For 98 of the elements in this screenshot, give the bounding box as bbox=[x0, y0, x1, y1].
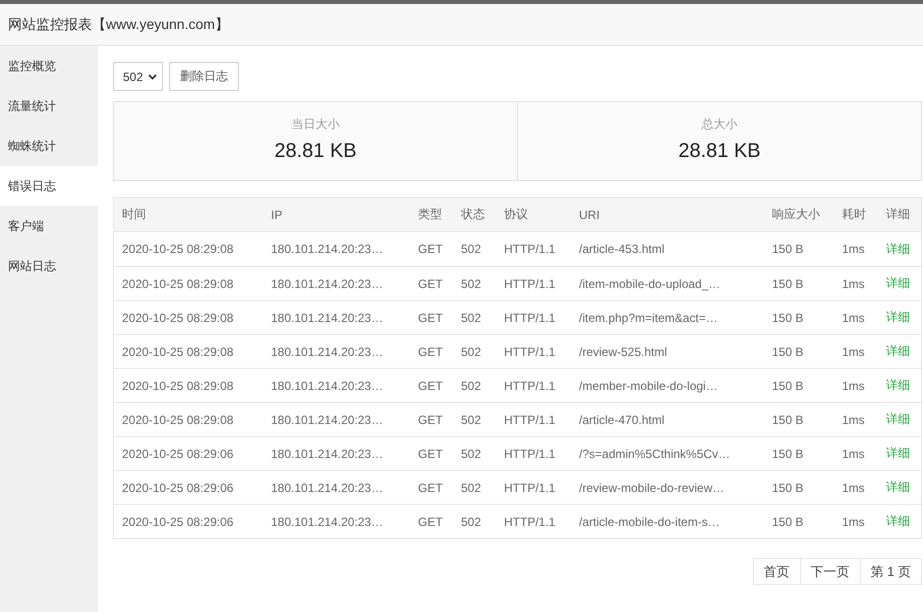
protocol-cell-text: HTTP/1.1 bbox=[503, 276, 556, 292]
stat-label: 当日大小 bbox=[292, 116, 340, 132]
duration-cell-text: 1ms bbox=[841, 514, 866, 530]
chevron-down-icon bbox=[148, 74, 157, 80]
stat-label: 总大小 bbox=[702, 116, 738, 132]
time-cell-text: 2020-10-25 08:29:06 bbox=[121, 446, 234, 462]
size-cell-text: 150 B bbox=[771, 310, 804, 326]
uri-cell-text: /item.php?m=item&act=… bbox=[578, 310, 719, 326]
pagination-button[interactable]: 首页 bbox=[752, 558, 801, 585]
ip-cell-text: 180.101.214.20:23… bbox=[270, 310, 384, 326]
column-header: 详细 bbox=[885, 206, 911, 223]
size-cell-text: 150 B bbox=[771, 480, 804, 496]
ip-cell-text: 180.101.214.20:23… bbox=[270, 446, 384, 462]
column-header: URI bbox=[578, 206, 601, 224]
uri-cell-text: /article-mobile-do-item-s… bbox=[578, 514, 721, 530]
status-cell-text: 502 bbox=[460, 241, 482, 258]
sidebar-item[interactable]: 错误日志 bbox=[0, 166, 98, 206]
ip-cell-text: 180.101.214.20:23… bbox=[270, 412, 384, 428]
method-cell-text: GET bbox=[417, 412, 444, 428]
size-cell-text: 150 B bbox=[771, 344, 804, 360]
duration-cell-text: 1ms bbox=[841, 344, 866, 360]
ip-cell-text: 180.101.214.20:23… bbox=[270, 344, 384, 360]
size-cell-text: 150 B bbox=[771, 514, 804, 530]
uri-cell-text: /?s=admin%5Cthink%5Cv… bbox=[578, 446, 732, 462]
status-cell-text: 502 bbox=[460, 514, 482, 530]
method-cell-text: GET bbox=[417, 241, 444, 258]
size-cell-text: 150 B bbox=[771, 276, 804, 292]
ip-cell-text: 180.101.214.20:23… bbox=[270, 514, 384, 530]
status-select[interactable]: 502 bbox=[113, 62, 163, 91]
sidebar-item[interactable]: 网站日志 bbox=[0, 246, 98, 286]
ip-cell-text: 180.101.214.20:23… bbox=[270, 480, 384, 496]
protocol-cell-text: HTTP/1.1 bbox=[503, 310, 556, 326]
column-header: 响应大小 bbox=[771, 206, 821, 223]
method-cell-text: GET bbox=[417, 378, 444, 394]
protocol-cell-text: HTTP/1.1 bbox=[503, 378, 556, 394]
protocol-cell-text: HTTP/1.1 bbox=[503, 412, 556, 428]
delete-log-button[interactable]: 删除日志 bbox=[169, 62, 239, 91]
sidebar-item[interactable]: 客户端 bbox=[0, 206, 98, 246]
time-cell-text: 2020-10-25 08:29:06 bbox=[121, 514, 234, 530]
protocol-cell-text: HTTP/1.1 bbox=[503, 241, 556, 258]
ip-cell-text: 180.101.214.20:23… bbox=[270, 241, 384, 258]
pagination-button[interactable]: 下一页 bbox=[800, 558, 861, 585]
duration-cell-text: 1ms bbox=[841, 480, 866, 496]
size-cell-text: 150 B bbox=[771, 241, 804, 258]
column-header: 耗时 bbox=[841, 206, 867, 223]
protocol-cell-text: HTTP/1.1 bbox=[503, 344, 556, 360]
stat-value: 28.81 KB bbox=[678, 139, 761, 164]
sidebar-item[interactable]: 监控概览 bbox=[0, 46, 98, 86]
time-cell-text: 2020-10-25 08:29:08 bbox=[121, 276, 234, 292]
duration-cell-text: 1ms bbox=[841, 378, 866, 394]
protocol-cell-text: HTTP/1.1 bbox=[503, 480, 556, 496]
sidebar-item[interactable]: 流量统计 bbox=[0, 86, 98, 126]
status-cell-text: 502 bbox=[460, 310, 482, 326]
time-cell-text: 2020-10-25 08:29:08 bbox=[121, 241, 234, 258]
time-cell-text: 2020-10-25 08:29:06 bbox=[121, 480, 234, 496]
column-header: 时间 bbox=[121, 206, 147, 223]
window-title: 网站监控报表【www.yeyunn.com】 bbox=[8, 16, 229, 34]
time-cell-text: 2020-10-25 08:29:08 bbox=[121, 378, 234, 394]
status-cell-text: 502 bbox=[460, 344, 482, 360]
uri-cell-text: /article-470.html bbox=[578, 412, 666, 428]
uri-cell-text: /review-525.html bbox=[578, 344, 668, 360]
protocol-cell-text: HTTP/1.1 bbox=[503, 446, 556, 462]
column-header: 类型 bbox=[417, 206, 443, 223]
method-cell-text: GET bbox=[417, 310, 444, 326]
duration-cell-text: 1ms bbox=[841, 412, 866, 428]
duration-cell-text: 1ms bbox=[841, 241, 866, 258]
sidebar-item[interactable]: 蜘蛛统计 bbox=[0, 126, 98, 166]
method-cell-text: GET bbox=[417, 344, 444, 360]
time-cell-text: 2020-10-25 08:29:08 bbox=[121, 310, 234, 326]
method-cell-text: GET bbox=[417, 446, 444, 462]
ip-cell-text: 180.101.214.20:23… bbox=[270, 378, 384, 394]
protocol-cell-text: HTTP/1.1 bbox=[503, 514, 556, 530]
status-cell-text: 502 bbox=[460, 446, 482, 462]
uri-cell-text: /review-mobile-do-review… bbox=[578, 480, 726, 496]
size-cell-text: 150 B bbox=[771, 412, 804, 428]
duration-cell-text: 1ms bbox=[841, 446, 866, 462]
column-header: 状态 bbox=[460, 206, 486, 223]
status-cell-text: 502 bbox=[460, 480, 482, 496]
size-cell-text: 150 B bbox=[771, 378, 804, 394]
method-cell-text: GET bbox=[417, 276, 444, 292]
duration-cell-text: 1ms bbox=[841, 310, 866, 326]
status-cell-text: 502 bbox=[460, 378, 482, 394]
uri-cell-text: /item-mobile-do-upload_… bbox=[578, 276, 722, 292]
method-cell-text: GET bbox=[417, 514, 444, 530]
stat-value: 28.81 KB bbox=[274, 139, 357, 164]
time-cell-text: 2020-10-25 08:29:08 bbox=[121, 412, 234, 428]
duration-cell-text: 1ms bbox=[841, 276, 866, 292]
method-cell-text: GET bbox=[417, 480, 444, 496]
uri-cell-text: /member-mobile-do-logi… bbox=[578, 378, 719, 394]
status-cell-text: 502 bbox=[460, 276, 482, 292]
time-cell-text: 2020-10-25 08:29:08 bbox=[121, 344, 234, 360]
uri-cell-text: /article-453.html bbox=[578, 241, 666, 258]
ip-cell-text: 180.101.214.20:23… bbox=[270, 276, 384, 292]
column-header: IP bbox=[270, 206, 284, 224]
status-cell-text: 502 bbox=[460, 412, 482, 428]
size-cell-text: 150 B bbox=[771, 446, 804, 462]
column-header: 协议 bbox=[503, 206, 529, 223]
pagination-button[interactable]: 第 1 页 bbox=[860, 558, 922, 585]
